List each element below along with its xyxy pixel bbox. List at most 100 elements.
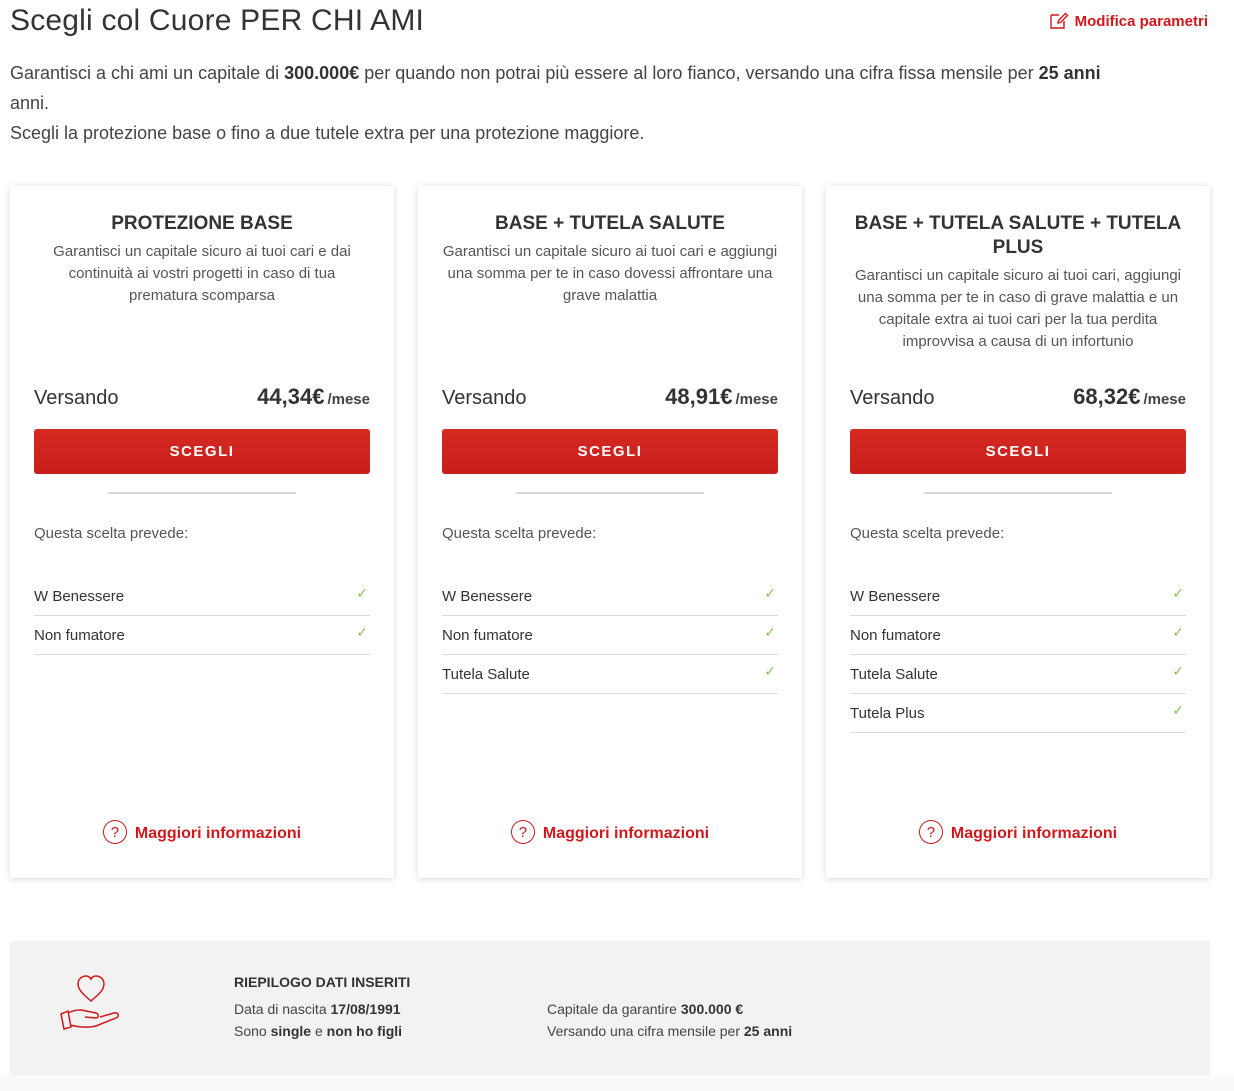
feature-item: W Benessere ✓ bbox=[442, 577, 778, 616]
birth-date-row: Data di nascita 17/08/1991 bbox=[234, 998, 402, 1020]
check-icon: ✓ bbox=[764, 584, 776, 601]
birth-date-value: 17/08/1991 bbox=[330, 1001, 401, 1017]
plan-card: BASE + TUTELA SALUTE + TUTELA PLUS Garan… bbox=[826, 186, 1210, 878]
divider bbox=[924, 492, 1112, 494]
intro-text-part: per quando non potrai più essere al loro… bbox=[359, 63, 1039, 83]
more-info-link[interactable]: ? Maggiori informazioni bbox=[10, 820, 394, 844]
plan-title: BASE + TUTELA SALUTE + TUTELA PLUS bbox=[854, 213, 1182, 258]
price-unit: /mese bbox=[735, 391, 778, 408]
price-label: Versando bbox=[850, 387, 935, 409]
edit-pencil-icon bbox=[1049, 12, 1069, 29]
intro-text-part: anni. bbox=[10, 93, 50, 113]
plan-card: BASE + TUTELA SALUTE Garantisci un capit… bbox=[418, 186, 802, 878]
intro-years: 25 anni bbox=[1038, 63, 1101, 83]
price-value: 44,34€ bbox=[257, 384, 325, 409]
summary-box: RIEPILOGO DATI INSERITI Data di nascita … bbox=[10, 941, 1210, 1075]
feature-label: Non fumatore bbox=[34, 626, 125, 644]
price-unit: /mese bbox=[327, 391, 370, 408]
capital-label: Capitale da garantire bbox=[547, 1001, 681, 1017]
feature-label: W Benessere bbox=[442, 587, 533, 605]
plan-description: Garantisci un capitale sicuro ai tuoi ca… bbox=[854, 267, 1181, 350]
check-icon: ✓ bbox=[356, 584, 368, 601]
feature-item: W Benessere ✓ bbox=[850, 577, 1186, 616]
feature-item: Non fumatore ✓ bbox=[442, 616, 778, 655]
plan-title: BASE + TUTELA SALUTE bbox=[495, 213, 725, 234]
check-icon: ✓ bbox=[1172, 584, 1184, 601]
price-label: Versando bbox=[442, 387, 527, 409]
features-list: W Benessere ✓ Non fumatore ✓ Tutela Salute… bbox=[850, 577, 1186, 733]
features-label: Questa scelta prevede: bbox=[34, 525, 189, 542]
features-label: Questa scelta prevede: bbox=[442, 525, 597, 542]
intro-text: Garantisci a chi ami un capitale di 300.… bbox=[10, 58, 1210, 148]
divider bbox=[108, 492, 296, 494]
footer-band bbox=[0, 1075, 1234, 1091]
feature-item: Non fumatore ✓ bbox=[850, 616, 1186, 655]
birth-date-label: Data di nascita bbox=[234, 1001, 331, 1017]
intro-capital: 300.000€ bbox=[284, 63, 360, 83]
duration-label: Versando una cifra mensile per bbox=[547, 1023, 744, 1039]
family-status-row: Sono single e non ho figli bbox=[234, 1020, 402, 1042]
check-icon: ✓ bbox=[1172, 701, 1184, 718]
more-info-label: Maggiori informazioni bbox=[542, 825, 710, 842]
price: 68,32€/mese bbox=[1073, 384, 1186, 410]
price-row: Versando 68,32€/mese bbox=[850, 384, 1186, 410]
intro-text-part: Garantisci a chi ami un capitale di bbox=[10, 63, 285, 83]
feature-label: Tutela Salute bbox=[850, 665, 938, 683]
price-row: Versando 44,34€/mese bbox=[34, 384, 370, 410]
status-text: e bbox=[311, 1023, 327, 1039]
question-circle-icon: ? bbox=[102, 820, 127, 844]
feature-label: Non fumatore bbox=[850, 626, 941, 644]
features-list: W Benessere ✓ Non fumatore ✓ bbox=[34, 577, 370, 655]
feature-item: Non fumatore ✓ bbox=[34, 616, 370, 655]
feature-label: Non fumatore bbox=[442, 626, 533, 644]
summary-title: RIEPILOGO DATI INSERITI bbox=[234, 974, 411, 990]
edit-parameters-label: Modifica parametri bbox=[1074, 12, 1208, 30]
page-title: Scegli col Cuore PER CHI AMI bbox=[10, 4, 425, 37]
feature-item: Tutela Plus ✓ bbox=[850, 694, 1186, 733]
feature-label: W Benessere bbox=[34, 587, 125, 605]
duration-value: 25 anni bbox=[743, 1023, 793, 1039]
summary-personal: Data di nascita 17/08/1991 Sono single e… bbox=[234, 998, 402, 1042]
feature-label: W Benessere bbox=[850, 587, 941, 605]
price-value: 48,91€ bbox=[665, 384, 733, 409]
edit-parameters-link[interactable]: Modifica parametri bbox=[1049, 12, 1208, 30]
more-info-link[interactable]: ? Maggiori informazioni bbox=[826, 820, 1210, 844]
check-icon: ✓ bbox=[764, 623, 776, 640]
heart-hand-icon bbox=[60, 975, 119, 1030]
price-label: Versando bbox=[34, 387, 119, 409]
intro-line2: Scegli la protezione base o fino a due t… bbox=[10, 123, 645, 143]
check-icon: ✓ bbox=[1172, 662, 1184, 679]
plan-card: PROTEZIONE BASE Garantisci un capitale s… bbox=[10, 186, 394, 878]
more-info-label: Maggiori informazioni bbox=[134, 825, 302, 842]
summary-plan: Capitale da garantire 300.000 € Versando… bbox=[547, 998, 792, 1042]
choose-button[interactable]: SCEGLI bbox=[442, 429, 778, 474]
marital-status: single bbox=[270, 1023, 312, 1039]
feature-item: Tutela Salute ✓ bbox=[850, 655, 1186, 694]
check-icon: ✓ bbox=[356, 623, 368, 640]
question-circle-icon: ? bbox=[918, 820, 943, 844]
children-status: non ho figli bbox=[326, 1023, 403, 1039]
price-unit: /mese bbox=[1143, 391, 1186, 408]
check-icon: ✓ bbox=[1172, 623, 1184, 640]
price-row: Versando 48,91€/mese bbox=[442, 384, 778, 410]
duration-row: Versando una cifra mensile per 25 anni bbox=[547, 1020, 792, 1042]
capital-value: 300.000 € bbox=[680, 1001, 744, 1017]
plan-cards: PROTEZIONE BASE Garantisci un capitale s… bbox=[10, 186, 1210, 878]
feature-item: W Benessere ✓ bbox=[34, 577, 370, 616]
price-value: 68,32€ bbox=[1073, 384, 1141, 409]
price: 48,91€/mese bbox=[665, 384, 778, 410]
divider bbox=[516, 492, 704, 494]
status-text: Sono bbox=[234, 1023, 271, 1039]
plan-description: Garantisci un capitale sicuro ai tuoi ca… bbox=[442, 243, 778, 304]
capital-row: Capitale da garantire 300.000 € bbox=[547, 998, 792, 1020]
feature-label: Tutela Plus bbox=[850, 704, 925, 722]
plan-description: Garantisci un capitale sicuro ai tuoi ca… bbox=[53, 243, 351, 304]
choose-button[interactable]: SCEGLI bbox=[850, 429, 1186, 474]
feature-label: Tutela Salute bbox=[442, 665, 530, 683]
more-info-link[interactable]: ? Maggiori informazioni bbox=[418, 820, 802, 844]
choose-button[interactable]: SCEGLI bbox=[34, 429, 370, 474]
feature-item: Tutela Salute ✓ bbox=[442, 655, 778, 694]
more-info-label: Maggiori informazioni bbox=[950, 825, 1118, 842]
plan-title: PROTEZIONE BASE bbox=[111, 213, 293, 234]
features-list: W Benessere ✓ Non fumatore ✓ Tutela Salute… bbox=[442, 577, 778, 694]
